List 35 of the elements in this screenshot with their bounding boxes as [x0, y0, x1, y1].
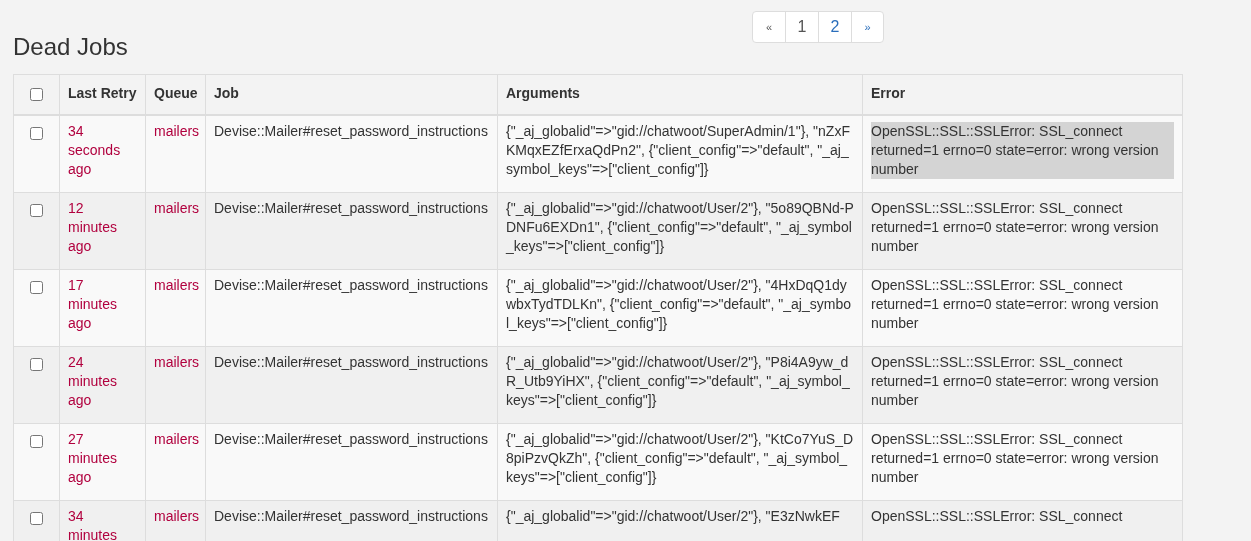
- row-checkbox[interactable]: [30, 511, 43, 525]
- row-checkbox[interactable]: [30, 357, 43, 371]
- row-checkbox[interactable]: [30, 203, 43, 217]
- page-link[interactable]: 1: [785, 12, 818, 42]
- page-title: Dead Jobs: [13, 32, 128, 62]
- row-checkbox[interactable]: [30, 434, 43, 448]
- row-checkbox[interactable]: [30, 127, 43, 140]
- job-name: Devise::Mailer#reset_password_instructions: [214, 275, 489, 295]
- job-arguments: {"_aj_globalid"=>"gid://chatwoot/SuperAdmin/1"}, "nZxFKMqxEZfErxaQdPn2", {"client_config"=>"default", "_aj_symbol_keys"=>["client_config"]}: [506, 122, 851, 179]
- job-name: Devise::Mailer#reset_password_instructions: [214, 506, 489, 526]
- error-message: OpenSSL::SSL::SSLError: SSL_connect: [871, 506, 1124, 526]
- queue-link[interactable]: mailers: [154, 122, 197, 141]
- next-page-link[interactable]: »: [851, 12, 883, 42]
- select-all-checkbox[interactable]: [30, 88, 43, 101]
- job-name: Devise::Mailer#reset_password_instructions: [214, 429, 489, 449]
- job-name: Devise::Mailer#reset_password_instructions: [214, 122, 489, 141]
- error-message: OpenSSL::SSL::SSLError: SSL_connect returned=1 errno=0 state=error: wrong version number: [871, 122, 1174, 179]
- queue-link[interactable]: mailers: [154, 198, 197, 218]
- error-message: OpenSSL::SSL::SSLError: SSL_connect returned=1 errno=0 state=error: wrong version number: [871, 429, 1160, 487]
- previous-page-link[interactable]: «: [753, 12, 785, 42]
- job-arguments: {"_aj_globalid"=>"gid://chatwoot/User/2"}, "P8i4A9yw_dR_Utb9YiHX", {"client_config"=>"default", "_aj_symbol_keys"=>["client_config"]}: [506, 352, 851, 410]
- error-message: OpenSSL::SSL::SSLError: SSL_connect returned=1 errno=0 state=error: wrong version number: [871, 198, 1160, 256]
- row-checkbox[interactable]: [30, 280, 43, 294]
- queue-link[interactable]: mailers: [154, 429, 197, 449]
- job-name: Devise::Mailer#reset_password_instructions: [214, 352, 489, 372]
- job-arguments: {"_aj_globalid"=>"gid://chatwoot/User/2"}, "4HxDqQ1dywbxTydTDLKn", {"client_config"=>"default", "_aj_symbol_keys"=>["client_config"]}: [506, 275, 852, 333]
- job-arguments: {"_aj_globalid"=>"gid://chatwoot/User/2"}, "KtCo7YuS_D8piPzvQkZh", {"client_config"=>"default", "_aj_symbol_keys"=>["client_config"]}: [506, 429, 854, 487]
- job-arguments: {"_aj_globalid"=>"gid://chatwoot/User/2"}, "E3zNwkEF: [506, 506, 841, 526]
- error-message: OpenSSL::SSL::SSLError: SSL_connect returned=1 errno=0 state=error: wrong version number: [871, 352, 1160, 410]
- queue-link[interactable]: mailers: [154, 275, 197, 295]
- queue-link[interactable]: mailers: [154, 352, 197, 372]
- job-arguments: {"_aj_globalid"=>"gid://chatwoot/User/2"}, "5o89QBNd-PDNFu6EXDn1", {"client_config"=>"default", "_aj_symbol_keys"=>["client_config"]}: [506, 198, 854, 256]
- page-link[interactable]: 2: [818, 12, 851, 42]
- error-message: OpenSSL::SSL::SSLError: SSL_connect returned=1 errno=0 state=error: wrong version number: [871, 275, 1160, 333]
- job-name: Devise::Mailer#reset_password_instructions: [214, 198, 489, 218]
